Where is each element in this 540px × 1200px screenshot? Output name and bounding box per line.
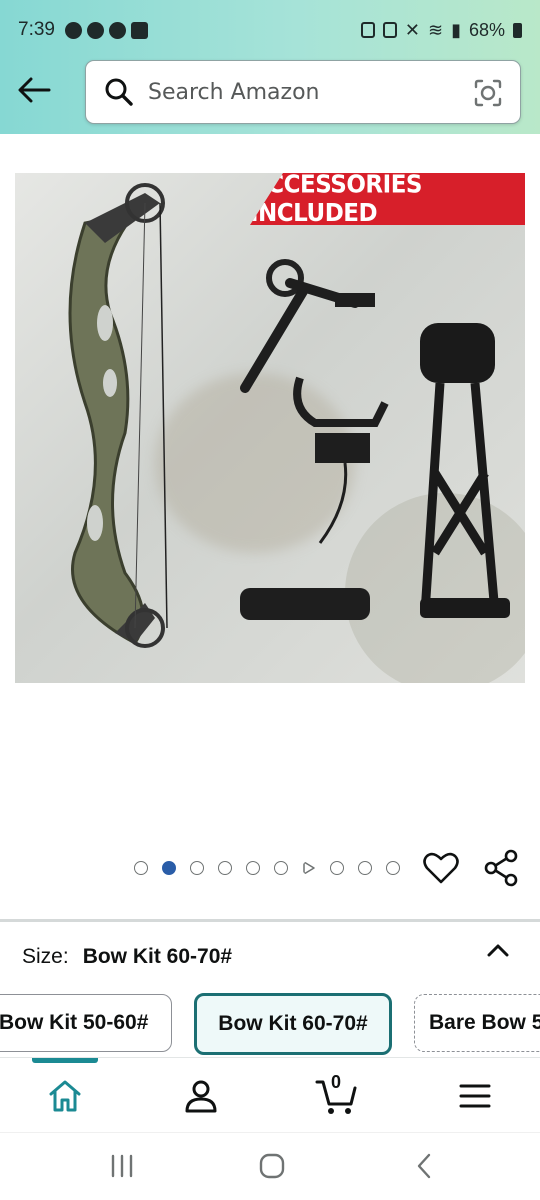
carousel-dot[interactable] xyxy=(134,861,148,875)
size-option[interactable]: Bow Kit 50-60# xyxy=(0,994,172,1052)
carousel-dot[interactable] xyxy=(330,861,344,875)
size-option-unavailable[interactable]: Bare Bow 5 xyxy=(414,994,540,1052)
compound-bow-illustration xyxy=(68,183,510,648)
share-icon[interactable] xyxy=(482,849,520,887)
search-input[interactable]: Search Amazon xyxy=(148,80,320,105)
size-option-label: Bow Kit 60-70# xyxy=(218,1012,368,1035)
carousel-dot[interactable] xyxy=(246,861,260,875)
active-tab-indicator xyxy=(32,1058,98,1063)
home-circle-icon[interactable] xyxy=(257,1151,287,1181)
back-button[interactable] xyxy=(14,70,54,110)
signal-icon: ▮ xyxy=(451,19,461,40)
messenger-icon xyxy=(64,21,82,39)
video-play-icon[interactable] xyxy=(302,861,316,875)
status-time: 7:39 xyxy=(18,19,55,40)
system-navigation-bar xyxy=(0,1132,540,1200)
search-icon xyxy=(105,78,133,106)
size-label: Size: xyxy=(22,945,69,968)
chevron-up-icon[interactable] xyxy=(484,936,512,964)
app-notification-icon xyxy=(108,21,126,39)
alarm-icon xyxy=(360,22,375,38)
camera-lens-icon[interactable] xyxy=(472,77,504,109)
app-header: Search Amazon xyxy=(0,56,540,128)
carousel-dot-active[interactable] xyxy=(162,861,176,875)
app-notification-icon xyxy=(86,21,104,39)
back-arrow-icon xyxy=(18,77,51,103)
recent-apps-icon[interactable] xyxy=(107,1151,137,1181)
product-screen: 7:39 ✕ ≋ ▮ 68% Search Amazon ACCESSORIES… xyxy=(0,0,540,1200)
size-option-selected[interactable]: Bow Kit 60-70# xyxy=(194,993,392,1055)
gallery-icon xyxy=(130,21,148,39)
status-bar: 7:39 ✕ ≋ ▮ 68% xyxy=(0,0,540,60)
home-icon[interactable] xyxy=(45,1076,85,1116)
banner-text: ACCESSORIES INCLUDED xyxy=(250,173,422,228)
battery-icon xyxy=(513,22,522,38)
carousel-dot[interactable] xyxy=(190,861,204,875)
accessories-banner: ACCESSORIES INCLUDED xyxy=(250,173,525,225)
product-image[interactable]: ACCESSORIES INCLUDED xyxy=(15,173,525,683)
account-icon[interactable] xyxy=(181,1076,221,1116)
size-option-label: Bare Bow 5 xyxy=(429,1011,540,1034)
system-status-icons: ✕ ≋ ▮ 68% xyxy=(360,19,522,41)
size-selected-value: Bow Kit 60-70# xyxy=(82,945,233,968)
carousel-dot[interactable] xyxy=(274,861,288,875)
cart-button[interactable]: 0 xyxy=(315,1072,359,1116)
battery-percent: 68% xyxy=(468,19,505,40)
menu-icon[interactable] xyxy=(455,1076,495,1116)
carousel-dot[interactable] xyxy=(218,861,232,875)
cart-count: 0 xyxy=(331,1072,342,1092)
size-selector-header[interactable]: Size: Bow Kit 60-70# xyxy=(22,940,522,974)
notification-icons xyxy=(64,21,148,39)
section-divider xyxy=(0,919,540,922)
system-back-icon[interactable] xyxy=(410,1151,440,1181)
wifi-icon: ≋ xyxy=(427,19,444,40)
heart-icon[interactable] xyxy=(422,849,460,887)
bottom-navigation: 0 xyxy=(0,1057,540,1132)
search-bar[interactable]: Search Amazon xyxy=(85,60,521,124)
image-carousel-dots xyxy=(134,857,400,879)
carousel-dot[interactable] xyxy=(386,861,400,875)
carousel-dot[interactable] xyxy=(358,861,372,875)
mute-icon: ✕ xyxy=(404,19,420,40)
size-option-label: Bow Kit 50-60# xyxy=(0,1011,149,1034)
nfc-icon xyxy=(382,22,397,38)
